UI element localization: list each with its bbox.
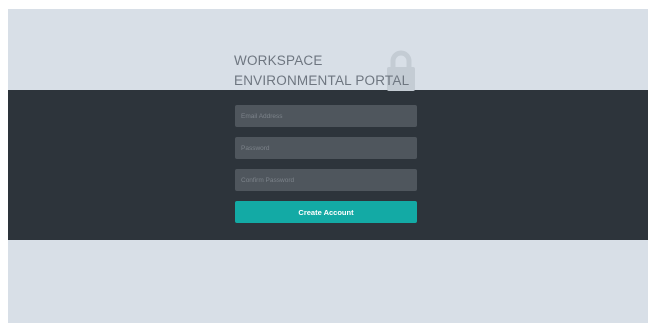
page-frame: WORKSPACE ENVIRONMENTAL PORTAL Create Ac… — [8, 9, 648, 323]
portal-header: WORKSPACE ENVIRONMENTAL PORTAL — [234, 49, 424, 91]
page-title-line2: ENVIRONMENTAL PORTAL — [234, 73, 410, 88]
create-account-form: Create Account — [235, 105, 417, 223]
create-account-button[interactable]: Create Account — [235, 201, 417, 223]
confirm-password-field[interactable] — [235, 169, 417, 191]
form-band: Create Account — [8, 90, 648, 240]
password-field[interactable] — [235, 137, 417, 159]
email-field[interactable] — [235, 105, 417, 127]
page-title-line1: WORKSPACE — [234, 53, 323, 68]
